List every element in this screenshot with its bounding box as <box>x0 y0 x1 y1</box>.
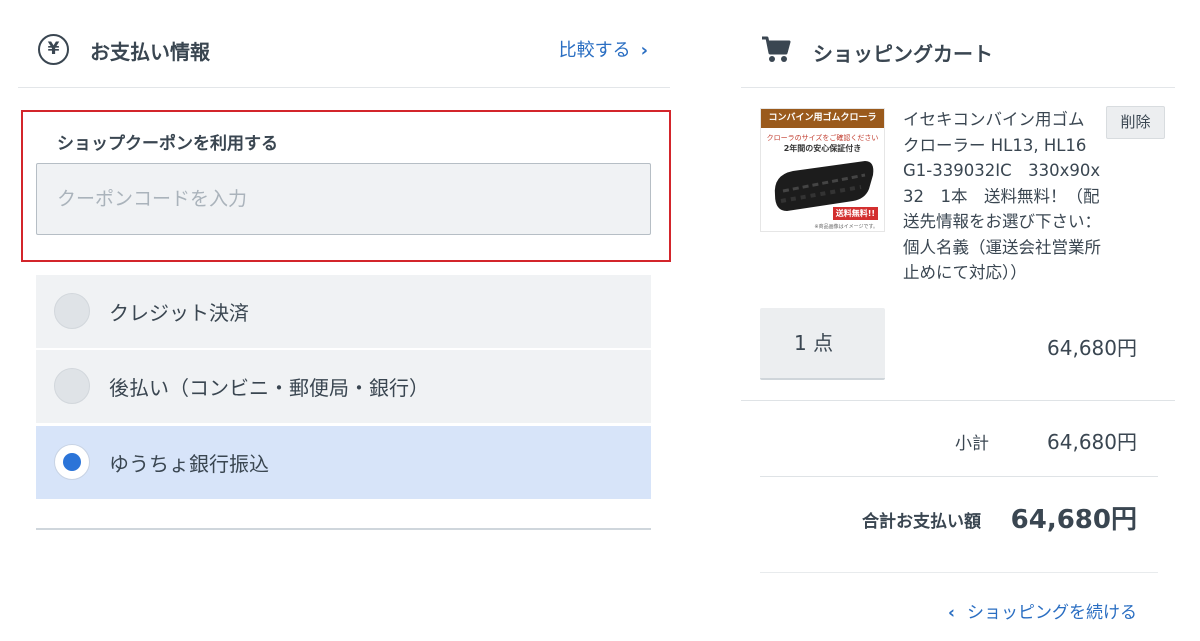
payment-header: ¥ お支払い情報 比較する › <box>18 0 670 88</box>
coupon-label: ショップクーポンを利用する <box>57 134 278 154</box>
divider <box>760 476 1158 477</box>
payment-method-label: クレジット決済 <box>109 301 249 325</box>
quantity-selector[interactable]: 1 点 <box>760 308 885 380</box>
divider <box>36 528 651 530</box>
coupon-code-input[interactable] <box>36 163 651 235</box>
rubber-track-image <box>774 161 874 211</box>
payment-method-label: ゆうちょ銀行振込 <box>109 452 269 476</box>
payment-method-label: 後払い（コンビニ・郵便局・銀行） <box>109 376 429 400</box>
radio-button[interactable] <box>54 293 90 329</box>
thumbnail-caption: クローラのサイズをご確認ください <box>766 134 879 142</box>
product-thumbnail[interactable]: コンバイン用ゴムクローラ クローラのサイズをご確認ください 2年間の安心保証付き… <box>760 108 885 232</box>
subtotal-value: 64,680円 <box>1047 430 1137 454</box>
payment-method-credit[interactable]: クレジット決済 <box>36 275 651 348</box>
delete-button[interactable]: 削除 <box>1106 106 1165 139</box>
chevron-right-icon: › <box>640 40 648 61</box>
product-name[interactable]: イセキコンバイン用ゴム クローラー HL13, HL16 G1-339032IC… <box>903 107 1103 286</box>
coupon-section: ショップクーポンを利用する <box>21 110 671 262</box>
cart-icon <box>762 36 791 62</box>
yen-icon: ¥ <box>38 34 69 65</box>
compare-link-label: 比較する <box>558 40 631 61</box>
thumbnail-warranty: 2年間の安心保証付き <box>783 144 862 153</box>
thumbnail-banner: コンバイン用ゴムクローラ <box>761 109 884 128</box>
item-price: 64,680円 <box>1047 336 1137 360</box>
payment-method-yucho-transfer[interactable]: ゆうちょ銀行振込 <box>36 426 651 499</box>
continue-shopping-label: ショッピングを続ける <box>967 603 1137 623</box>
radio-button[interactable] <box>54 368 90 404</box>
cart-title: ショッピングカート <box>813 42 993 66</box>
continue-shopping-link[interactable]: ‹ ショッピングを続ける <box>948 598 1137 623</box>
total-label: 合計お支払い額 <box>862 512 981 532</box>
free-shipping-badge: 送料無料!! <box>832 207 878 220</box>
radio-button-selected[interactable] <box>54 444 90 480</box>
chevron-left-icon: ‹ <box>947 603 955 623</box>
payment-method-deferred[interactable]: 後払い（コンビニ・郵便局・銀行） <box>36 350 651 423</box>
divider <box>741 400 1175 401</box>
divider <box>760 572 1158 573</box>
total-value: 64,680円 <box>1010 505 1137 535</box>
cart-header: ショッピングカート <box>741 0 1175 88</box>
compare-link[interactable]: 比較する › <box>559 36 648 62</box>
thumbnail-note: ※商品画像はイメージです。 <box>814 224 878 230</box>
payment-title: お支払い情報 <box>90 40 210 64</box>
subtotal-label: 小計 <box>955 434 989 454</box>
